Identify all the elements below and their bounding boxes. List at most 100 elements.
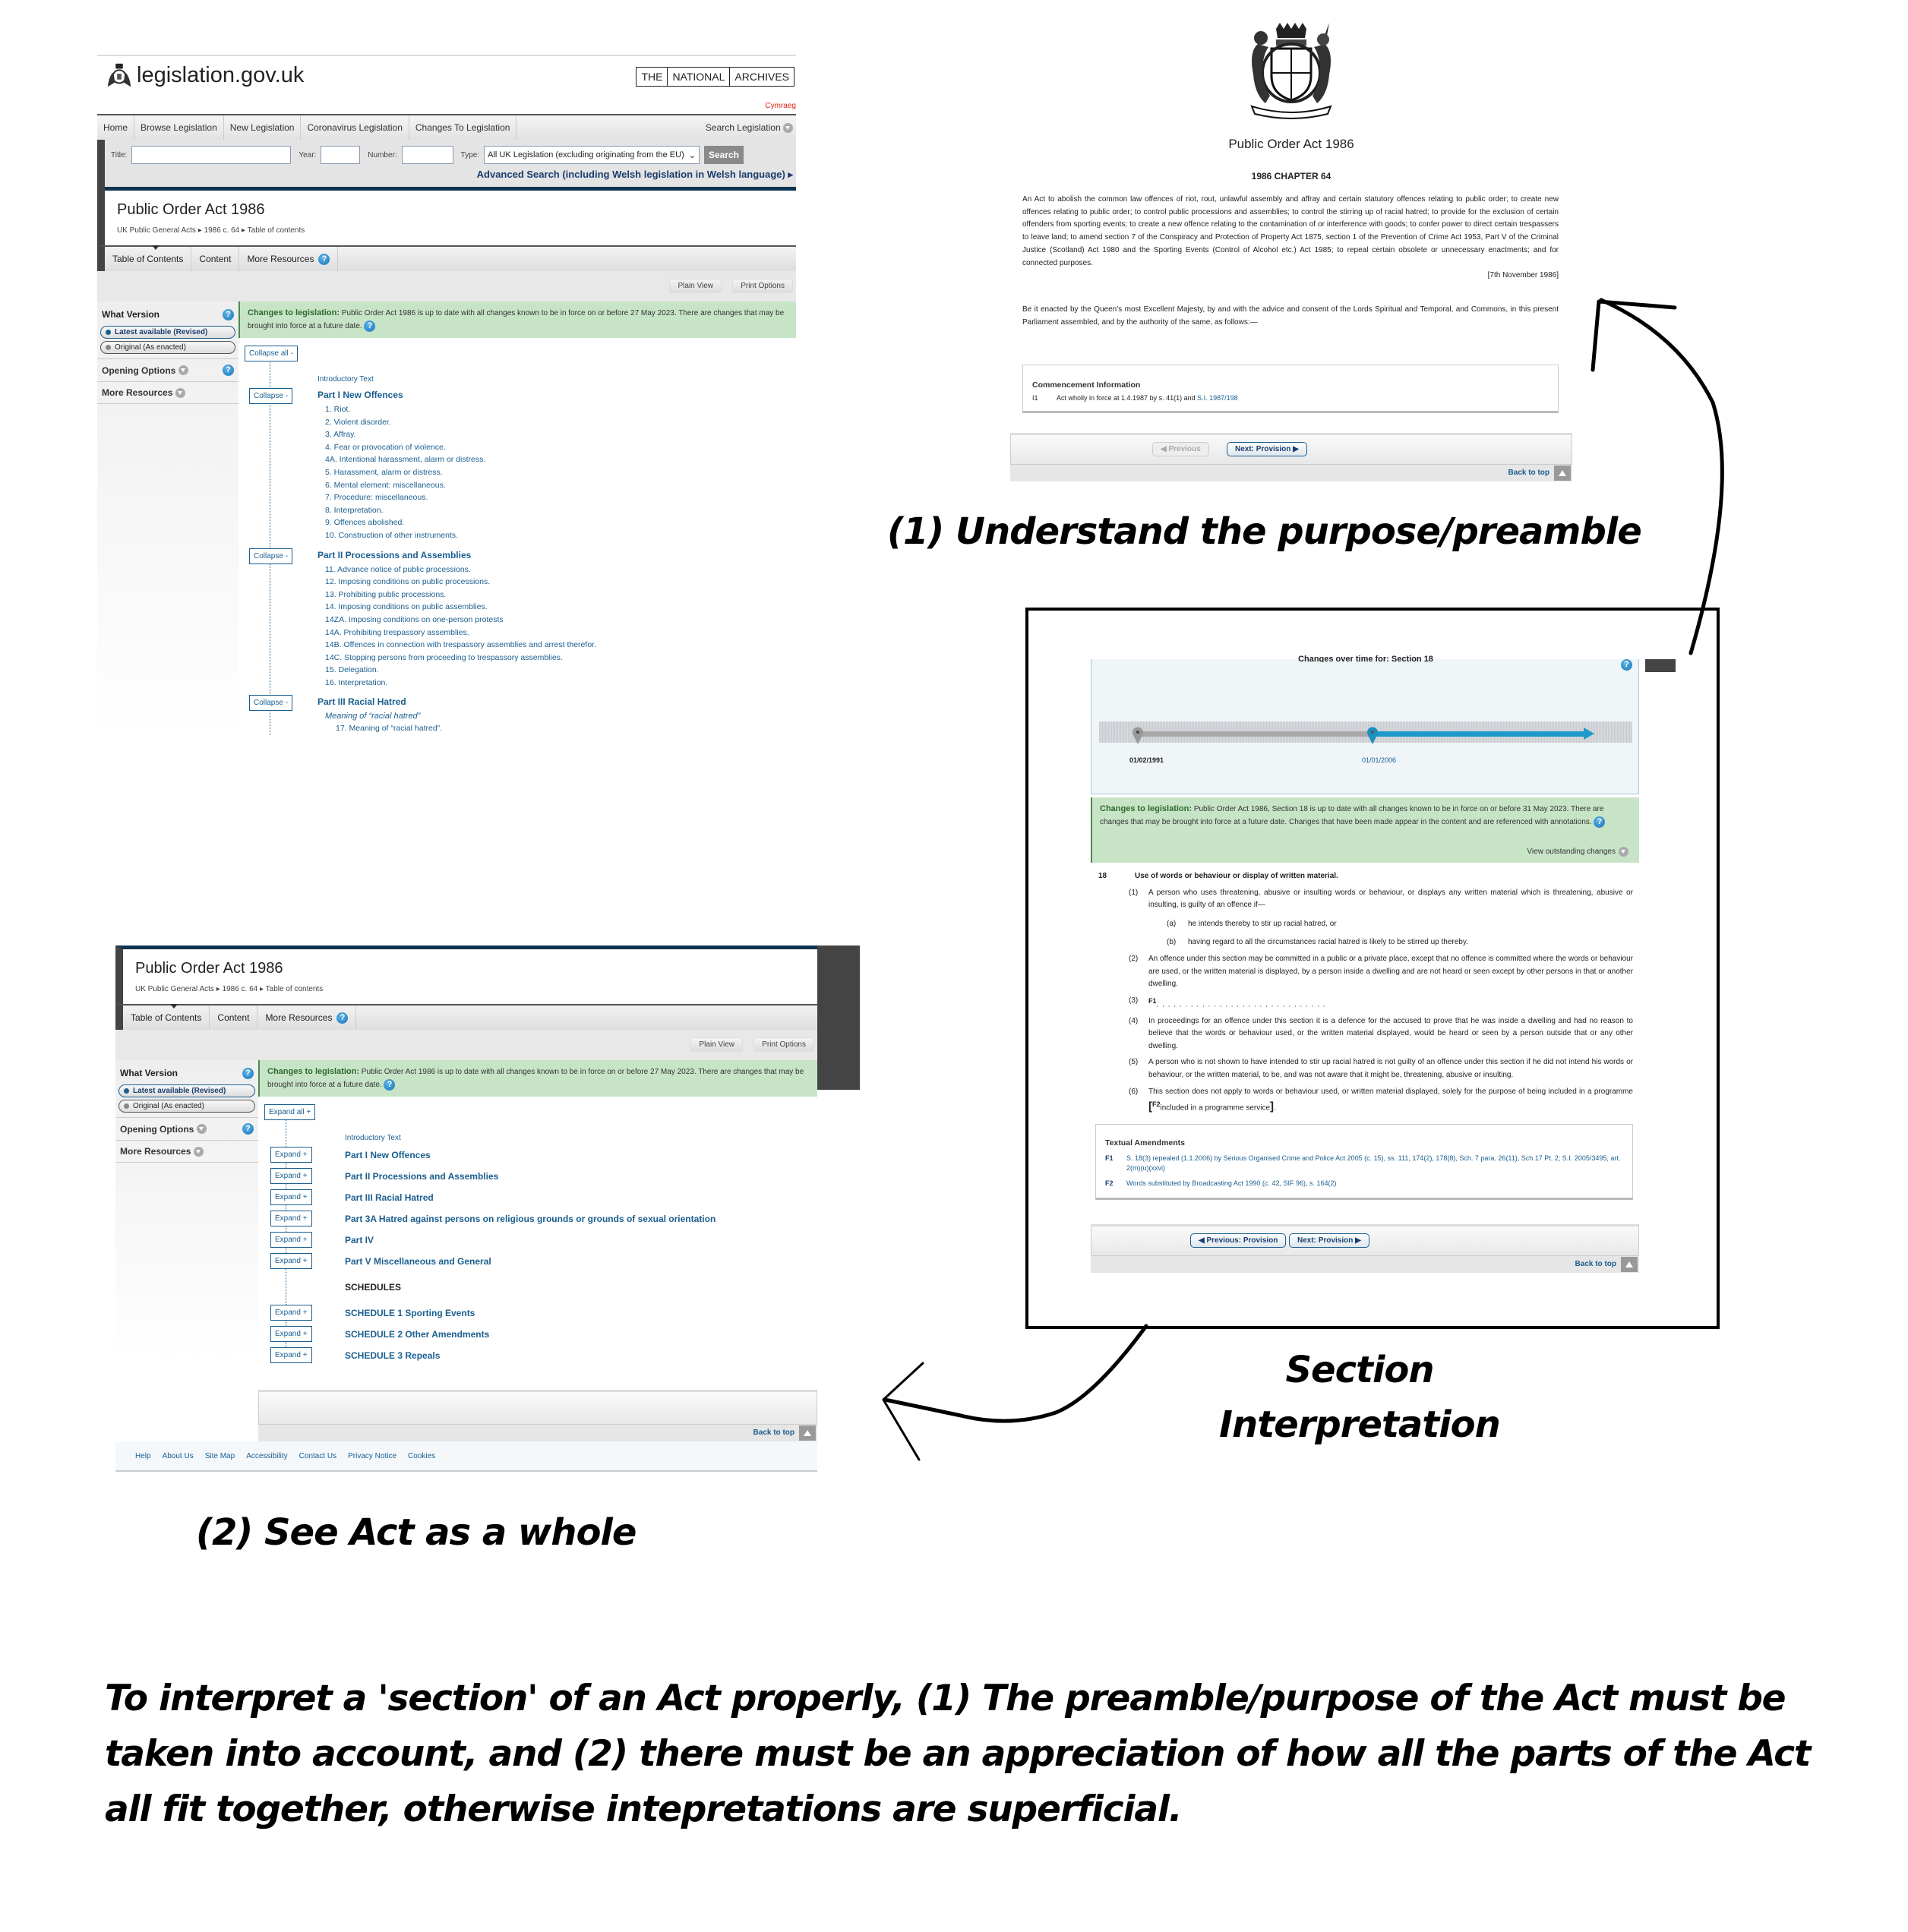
back-to-top-link[interactable]: Back to top [1010, 465, 1572, 481]
footer-link-contact[interactable]: Contact Us [299, 1452, 336, 1460]
amendment-text[interactable]: S. 18(3) repealed (1.1.2006) by Serious … [1126, 1154, 1623, 1173]
search-button[interactable]: Search [703, 146, 744, 164]
next-provision-button[interactable]: Next: Provision ▶ [1227, 442, 1307, 456]
toc-section-link[interactable]: 5. Harassment, alarm or distress. [325, 466, 796, 479]
help-icon[interactable]: ? [1621, 659, 1632, 671]
toc-section-link[interactable]: 4. Fear or provocation of violence. [325, 441, 796, 454]
help-icon[interactable]: ? [364, 320, 376, 332]
footer-link-sitemap[interactable]: Site Map [205, 1452, 235, 1460]
type-select[interactable]: All UK Legislation (excluding originatin… [484, 146, 700, 164]
cross-heading[interactable]: Meaning of “racial hatred” [325, 712, 796, 721]
expand-button[interactable]: Expand + [270, 1326, 312, 1342]
part-title[interactable]: Part III Racial Hatred [317, 696, 796, 707]
timeline-pin-blue-icon[interactable] [1366, 726, 1379, 744]
toc-section-link[interactable]: 10. Construction of other instruments. [325, 529, 796, 542]
help-icon[interactable]: ? [336, 1012, 349, 1024]
part-title[interactable]: Part I New Offences [345, 1150, 817, 1160]
toc-section-link[interactable]: 17. Meaning of “racial hatred”. [336, 722, 796, 735]
opening-options-toggle[interactable]: Opening Options? [115, 1117, 258, 1141]
help-icon[interactable]: ? [384, 1078, 396, 1091]
help-icon[interactable]: ? [223, 309, 234, 320]
si-link[interactable]: S.I. 1987/198 [1197, 394, 1238, 402]
advanced-search-link[interactable]: Advanced Search (including Welsh legisla… [477, 169, 793, 181]
toc-section-link[interactable]: 3. Affray. [325, 428, 796, 441]
toc-section-link[interactable]: 4A. Intentional harassment, alarm or dis… [325, 453, 796, 466]
footnote-f2-link[interactable]: F2 [1152, 1100, 1161, 1108]
help-icon[interactable]: ? [223, 365, 234, 376]
expand-all-button[interactable]: Expand all + [264, 1104, 316, 1120]
tab-more-resources[interactable]: More Resources? [257, 1005, 357, 1030]
part-title[interactable]: Part I New Offences [317, 390, 796, 400]
toc-section-link[interactable]: 9. Offences abolished. [325, 516, 796, 529]
tab-more-resources[interactable]: More Resources? [239, 247, 339, 271]
expand-button[interactable]: Expand + [270, 1253, 312, 1269]
timeline-date-current[interactable]: 01/01/2006 [1362, 756, 1396, 764]
previous-provision-button[interactable]: ◀ Previous: Provision [1190, 1233, 1287, 1248]
tab-content[interactable]: Content [191, 247, 240, 271]
part-title[interactable]: SCHEDULE 3 Repeals [345, 1350, 817, 1361]
nav-browse[interactable]: Browse Legislation [134, 115, 224, 140]
tab-table-of-contents[interactable]: Table of Contents [105, 247, 192, 271]
collapse-button[interactable]: Collapse - [249, 695, 293, 712]
toc-section-link[interactable]: 13. Prohibiting public processions. [325, 589, 796, 601]
title-input[interactable] [131, 146, 292, 164]
site-logo[interactable]: legislation.gov.uk [105, 61, 304, 90]
cymraeg-link[interactable]: Cymraeg [765, 102, 796, 110]
previous-button[interactable]: ◀ Previous [1152, 442, 1209, 456]
toc-section-link[interactable]: 14B. Offences in connection with trespas… [325, 639, 796, 652]
breadcrumb-item[interactable]: 1986 c. 64 [204, 226, 240, 235]
latest-version-button[interactable]: Latest available (Revised) [100, 326, 235, 339]
toc-section-link[interactable]: 14C. Stopping persons from proceeding to… [325, 652, 796, 665]
nav-home[interactable]: Home [97, 115, 135, 140]
nav-changes[interactable]: Changes To Legislation [409, 115, 517, 140]
toc-section-link[interactable]: 16. Interpretation. [325, 677, 796, 690]
toc-section-link[interactable]: 1. Riot. [325, 403, 796, 416]
timeline-pin-grey-icon[interactable] [1132, 726, 1144, 744]
national-archives-logo[interactable]: THE NATIONAL ARCHIVES [636, 67, 794, 87]
breadcrumb-item[interactable]: UK Public General Acts [135, 985, 214, 993]
number-input[interactable] [401, 146, 453, 164]
nav-new[interactable]: New Legislation [224, 115, 302, 140]
expand-button[interactable]: Expand + [270, 1232, 312, 1248]
toc-section-link[interactable]: 6. Mental element: miscellaneous. [325, 479, 796, 492]
help-icon[interactable]: ? [1594, 816, 1606, 828]
print-options-button[interactable]: Print Options [732, 279, 793, 293]
part-title[interactable]: Part V Miscellaneous and General [345, 1256, 817, 1267]
collapse-button[interactable]: Collapse - [249, 388, 293, 404]
opening-options-toggle[interactable]: Opening Options? [97, 358, 238, 382]
breadcrumb-item[interactable]: UK Public General Acts [117, 226, 196, 235]
next-provision-button[interactable]: Next: Provision ▶ [1289, 1233, 1369, 1248]
footer-link-about[interactable]: About Us [163, 1452, 194, 1460]
toc-section-link[interactable]: 8. Interpretation. [325, 504, 796, 517]
amendment-text[interactable]: Words substituted by Broadcasting Act 19… [1126, 1179, 1623, 1187]
view-outstanding-changes-toggle[interactable]: View outstanding changes [1527, 845, 1628, 858]
toc-section-link[interactable]: 15. Delegation. [325, 664, 796, 677]
expand-button[interactable]: Expand + [270, 1147, 312, 1163]
expand-button[interactable]: Expand + [270, 1168, 312, 1184]
toc-section-link[interactable]: 11. Advance notice of public processions… [325, 564, 796, 576]
part-title[interactable]: Part II Processions and Assemblies [345, 1171, 817, 1182]
timeline-date[interactable]: 01/02/1991 [1129, 756, 1164, 764]
footer-link-help[interactable]: Help [135, 1452, 151, 1460]
back-to-top-link[interactable]: Back to top [1091, 1256, 1639, 1273]
toc-section-link[interactable]: 14. Imposing conditions on public assemb… [325, 601, 796, 614]
expand-button[interactable]: Expand + [270, 1189, 312, 1205]
part-title[interactable]: SCHEDULE 1 Sporting Events [345, 1308, 817, 1318]
help-icon[interactable]: ? [318, 253, 330, 265]
help-icon[interactable]: ? [242, 1123, 254, 1135]
print-options-button[interactable]: Print Options [753, 1037, 814, 1052]
toc-section-link[interactable]: 14ZA. Imposing conditions on one-person … [325, 614, 796, 627]
toc-section-link[interactable]: 12. Imposing conditions on public proces… [325, 576, 796, 589]
toc-introductory-text[interactable]: Introductory Text [317, 375, 796, 384]
toc-section-link[interactable]: 2. Violent disorder. [325, 416, 796, 429]
more-resources-toggle[interactable]: More Resources [97, 382, 238, 404]
original-version-button[interactable]: Original (As enacted) [118, 1100, 255, 1113]
tab-table-of-contents[interactable]: Table of Contents [123, 1005, 210, 1030]
footer-link-cookies[interactable]: Cookies [408, 1452, 435, 1460]
plain-view-button[interactable]: Plain View [690, 1037, 743, 1052]
latest-version-button[interactable]: Latest available (Revised) [118, 1084, 255, 1097]
footer-link-accessibility[interactable]: Accessibility [246, 1452, 287, 1460]
breadcrumb-item[interactable]: 1986 c. 64 [223, 985, 258, 993]
expand-button[interactable]: Expand + [270, 1305, 312, 1321]
more-resources-toggle[interactable]: More Resources [115, 1141, 258, 1163]
